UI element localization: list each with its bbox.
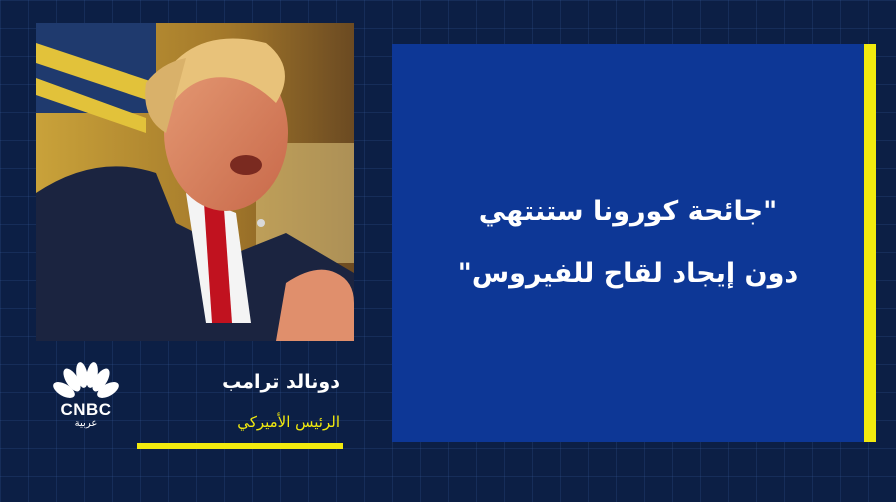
speaker-photo	[36, 23, 354, 341]
quote-text: "جائحة كورونا ستنتهي دون إيجاد لقاح للفي…	[392, 44, 864, 442]
logo-arabic-text: عربية	[74, 418, 98, 429]
cnbc-arabia-logo: CNBC عربية	[46, 360, 126, 436]
name-underline	[137, 443, 343, 449]
quote-accent-bar	[864, 44, 876, 442]
speaker-title: الرئيس الأميركي	[237, 413, 340, 431]
speaker-name: دونالد ترامب	[222, 371, 340, 393]
quote-line-2: دون إيجاد لقاح للفيروس"	[457, 258, 799, 289]
logo-wordmark: CNBC	[60, 400, 112, 419]
quote-line-1: "جائحة كورونا ستنتهي	[478, 196, 778, 227]
peacock-icon	[53, 362, 119, 398]
